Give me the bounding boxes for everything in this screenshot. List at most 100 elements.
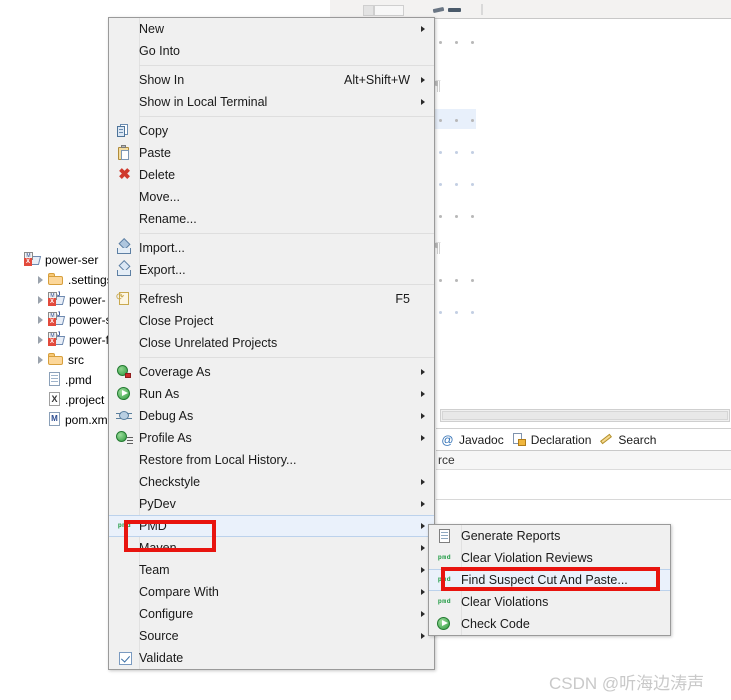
tree-item-pom-file[interactable]: M pom.xm [48,410,108,429]
tree-item-label: power-ser [45,252,99,267]
menu-item-source[interactable]: Source [109,625,434,647]
tree-item-settings[interactable]: .settings [36,270,113,289]
menu-separator [139,233,434,234]
whitespace-marks [439,147,499,159]
tree-item-power-2[interactable]: MXJ power-s [36,310,112,329]
tree-item-power-ser[interactable]: MX power-ser [24,250,98,269]
tree-item-power-1[interactable]: MXJ power- [36,290,106,309]
run-icon [436,616,453,632]
menu-item-paste[interactable]: Paste [109,142,434,164]
export-icon [116,259,133,278]
submenu-arrow-icon [421,567,425,573]
toolbar-chip [363,5,374,16]
submenu-item-clear-violations[interactable]: pmd Clear Violations [429,591,670,613]
submenu-item-find-suspect-cut-and-paste[interactable]: pmd Find Suspect Cut And Paste... [429,569,670,591]
menu-item-show-in[interactable]: Show In Alt+Shift+W [109,69,434,91]
menu-item-team[interactable]: Team [109,559,434,581]
run-icon [116,386,133,402]
menu-item-validate[interactable]: Validate [109,647,434,669]
tree-item-label: power-f [69,332,110,347]
menu-separator [139,357,434,358]
menu-item-move[interactable]: Move... [109,186,434,208]
toolbar-glyph-icon [448,8,461,12]
maven-java-project-icon: MXJ [48,292,66,307]
menu-item-compare-with[interactable]: Compare With [109,581,434,603]
submenu-arrow-icon [421,77,425,83]
menu-item-show-in-local-terminal[interactable]: Show in Local Terminal [109,91,434,113]
tab-javadoc[interactable]: @ Javadoc [440,433,503,447]
file-x-icon: X [48,392,61,407]
whitespace-marks [439,307,499,319]
tree-item-label: pom.xm [65,412,108,427]
tree-item-label: src [68,352,84,367]
debug-icon [116,408,133,424]
scrollbar-thumb[interactable] [442,411,728,420]
expand-twisty-icon[interactable] [36,315,46,325]
menu-item-debug-as[interactable]: Debug As [109,405,434,427]
submenu-arrow-icon [421,479,425,485]
menu-separator [139,116,434,117]
menu-item-checkstyle[interactable]: Checkstyle [109,471,434,493]
menu-item-close-unrelated-projects[interactable]: Close Unrelated Projects [109,332,434,354]
submenu-item-generate-reports[interactable]: Generate Reports [429,525,670,547]
menu-item-close-project[interactable]: Close Project [109,310,434,332]
folder-icon [48,273,64,286]
tree-item-src[interactable]: src [36,350,84,369]
whitespace-marks [439,179,499,191]
file-doc-icon [48,372,61,387]
expand-twisty-icon[interactable] [36,295,46,305]
whitespace-marks [439,115,499,127]
pmd-icon: pmd [437,598,452,605]
submenu-arrow-icon [421,26,425,32]
submenu-arrow-icon [421,633,425,639]
tree-item-label: .pmd [65,372,92,387]
checkbox-checked-icon[interactable] [116,650,133,666]
menu-item-rename[interactable]: Rename... [109,208,434,230]
expand-twisty-icon[interactable] [36,275,46,285]
declaration-icon [512,432,527,447]
menu-item-coverage-as[interactable]: Coverage As [109,361,434,383]
submenu-item-clear-violation-reviews[interactable]: pmd Clear Violation Reviews [429,547,670,569]
submenu-arrow-icon [421,369,425,375]
maven-java-project-icon: MXJ [48,312,66,327]
menu-item-new[interactable]: New [109,18,434,40]
expand-twisty-icon[interactable] [36,355,46,365]
menu-item-copy[interactable]: Copy [109,120,434,142]
tree-item-power-3[interactable]: MXJ power-f [36,330,109,349]
context-menu[interactable]: New Go Into Show In Alt+Shift+W Show in … [108,17,435,670]
tab-declaration[interactable]: Declaration [512,432,591,447]
menu-item-restore-from-local-history[interactable]: Restore from Local History... [109,449,434,471]
profile-icon [116,430,133,446]
menu-item-go-into[interactable]: Go Into [109,40,434,62]
horizontal-scrollbar[interactable] [440,409,730,422]
tree-item-label: power- [69,292,106,307]
menu-item-import[interactable]: Import... [109,237,434,259]
tab-search[interactable]: Search [599,433,656,447]
project-explorer-tree[interactable]: MX power-ser .settings MXJ power- MXJ po… [0,240,115,427]
menu-item-pydev[interactable]: PyDev [109,493,434,515]
menu-item-run-as[interactable]: Run As [109,383,434,405]
menu-item-export[interactable]: Export... [109,259,434,281]
pmd-submenu[interactable]: Generate Reports pmd Clear Violation Rev… [428,524,671,636]
menu-item-maven[interactable]: Maven [109,537,434,559]
menu-item-configure[interactable]: Configure [109,603,434,625]
menu-item-refresh[interactable]: ⟳ Refresh F5 [109,288,434,310]
tree-item-project-file[interactable]: X .project [48,390,104,409]
menu-item-profile-as[interactable]: Profile As [109,427,434,449]
tree-item-pmd-file[interactable]: .pmd [48,370,92,389]
menu-item-delete[interactable]: ✖ Delete [109,164,434,186]
view-content-pane [436,471,731,500]
expand-twisty-icon[interactable] [36,335,46,345]
view-tab-bar[interactable]: @ Javadoc Declaration Search [436,428,731,450]
menu-item-pmd[interactable]: pmd PMD [109,515,434,537]
submenu-arrow-icon [421,545,425,551]
pmd-icon: pmd [437,554,452,561]
maven-java-project-icon: MX [24,252,42,267]
submenu-arrow-icon [421,501,425,507]
toolbar-glyph-icon [432,6,445,14]
paragraph-mark-icon: ¶ [434,78,441,94]
breadcrumb-text: rce [438,453,455,467]
submenu-item-check-code[interactable]: Check Code [429,613,670,635]
menu-separator [139,65,434,66]
maven-java-project-icon: MXJ [48,332,66,347]
